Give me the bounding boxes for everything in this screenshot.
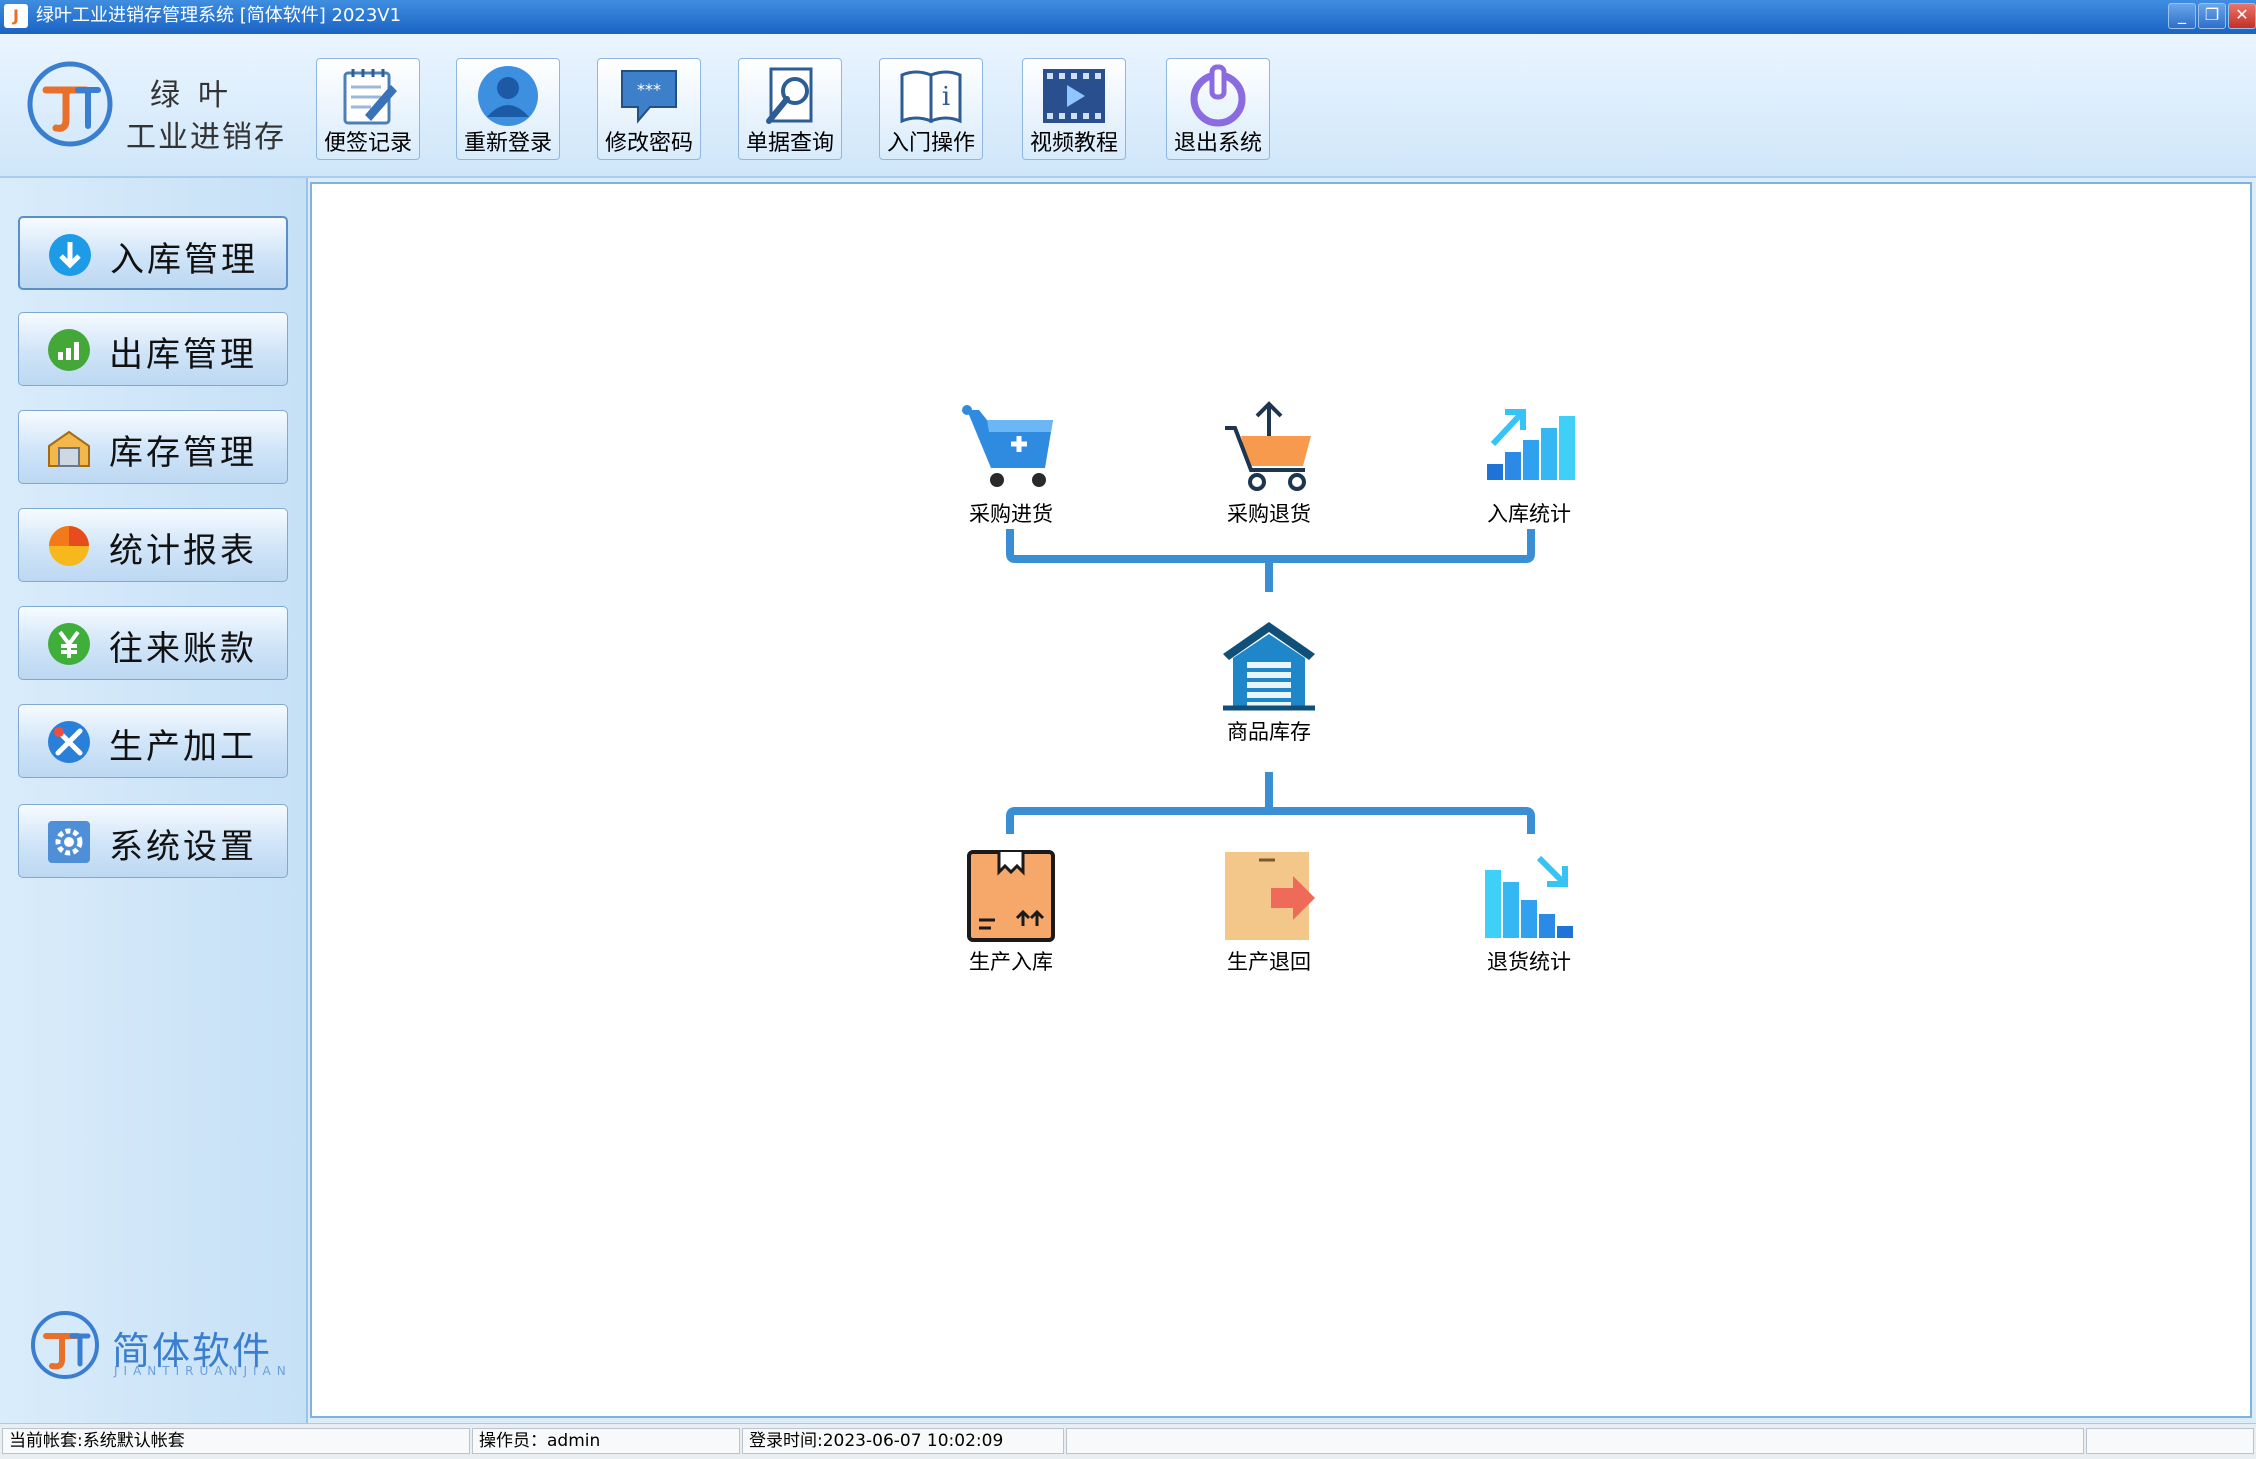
toolbar-button-label: 入门操作 [886,131,975,156]
flow-node-label: 生产入库 [969,950,1053,974]
cart-add-icon [962,405,1053,487]
flow-node-label: 退货统计 [1487,950,1571,974]
sidebar-item-label: 往来账款 [109,629,257,669]
brand-logo-icon [27,61,113,147]
status-account: 当前帐套:系统默认帐套 [2,1428,470,1454]
flow-purchase-in[interactable]: 采购进货 [946,400,1076,528]
toolbar-button-label: 单据查询 [745,131,834,156]
flow-production-in[interactable]: 生产入库 [946,848,1076,976]
sidebar-item-production[interactable]: 生产加工 [18,704,288,778]
company-logo-icon [31,1311,99,1379]
yen-circle-icon [48,623,90,665]
getting-started-button[interactable]: i 入门操作 [879,58,983,160]
close-button[interactable]: ✕ [2228,3,2256,29]
info-book-icon: i [900,70,962,124]
app-logo-icon: J [4,4,28,28]
sidebar-item-outbound[interactable]: 出库管理 [18,312,288,386]
sidebar-item-label: 入库管理 [110,240,258,280]
svg-text:i: i [942,82,950,112]
sidebar-item-settings[interactable]: 系统设置 [18,804,288,878]
box-return-icon [1225,852,1315,940]
document-query-button[interactable]: 单据查询 [738,58,842,160]
status-login-time: 登录时间:2023-06-07 10:02:09 [742,1428,1064,1454]
main-panel: 采购进货 采购退货 入库统计 商品库存 生产入库 生产退回 退货统计 [310,182,2252,1418]
window-title: 绿叶工业进销存管理系统 [简体软件] 2023V1 [36,5,402,26]
flow-purchase-return[interactable]: 采购退货 [1204,400,1334,528]
toolbar-button-label: 退出系统 [1173,131,1262,156]
flow-product-inventory[interactable]: 商品库存 [1204,618,1334,746]
stats-down-icon [1485,855,1573,938]
flow-connectors [1006,529,1535,834]
svg-text:***: *** [637,80,661,99]
sidebar-item-inbound[interactable]: 入库管理 [18,216,288,290]
stats-up-icon [1487,409,1575,480]
company-name-pinyin: JIANTIRUANJIAN [114,1364,292,1378]
flow-node-label: 生产退回 [1227,950,1311,974]
bar-chart-circle-icon [48,329,90,371]
sidebar-item-label: 出库管理 [109,335,257,375]
minimize-button[interactable]: _ [2168,3,2196,29]
flow-node-label: 采购进货 [969,502,1053,526]
flow-node-label: 商品库存 [1227,720,1311,744]
video-tutorial-button[interactable]: 视频教程 [1022,58,1126,160]
title-bar: J 绿叶工业进销存管理系统 [简体软件] 2023V1 _ ❐ ✕ [0,0,2256,34]
toolbar-button-label: 重新登录 [463,131,552,156]
sidebar-item-label: 系统设置 [109,827,257,867]
arrow-down-circle-icon [49,234,91,276]
sidebar-item-label: 统计报表 [109,531,257,571]
box-in-icon [967,850,1055,942]
warehouse-icon [1223,622,1315,711]
status-panel-extra [1066,1428,2084,1454]
video-icon [1043,69,1105,123]
toolbar-button-label: 视频教程 [1029,131,1118,156]
sidebar-item-label: 生产加工 [109,727,257,767]
power-icon [1190,64,1246,127]
sidebar-item-label: 库存管理 [109,433,257,473]
document-search-icon [766,67,813,124]
change-password-button[interactable]: *** 修改密码 [597,58,701,160]
flow-return-stats[interactable]: 退货统计 [1464,848,1594,976]
gear-icon [48,821,90,863]
toolbar-button-label: 便签记录 [323,131,412,156]
brand-name-line2: 工业进销存 [126,120,286,155]
cart-return-icon [1225,401,1311,491]
brand-name-line1: 绿叶 [150,78,246,113]
notepad-icon [343,69,397,125]
flow-node-label: 采购退货 [1227,502,1311,526]
warehouse-box-icon [48,430,90,467]
flow-inbound-stats[interactable]: 入库统计 [1464,400,1594,528]
flow-production-return[interactable]: 生产退回 [1204,848,1334,976]
status-bar: 当前帐套:系统默认帐套 操作员：admin 登录时间:2023-06-07 10… [0,1423,2256,1459]
password-chat-icon: *** [621,70,677,124]
tools-icon [48,721,90,763]
restore-button[interactable]: ❐ [2198,3,2226,29]
toolbar-button-label: 修改密码 [604,131,693,156]
pie-chart-icon [49,526,89,566]
sidebar-item-reports[interactable]: 统计报表 [18,508,288,582]
status-operator: 操作员：admin [472,1428,740,1454]
user-icon [478,66,538,126]
sidebar: 入库管理 出库管理 库存管理 统计报表 往来账款 生产加工 系统设置 简体软件 … [0,178,308,1423]
relogin-button[interactable]: 重新登录 [456,58,560,160]
sidebar-item-inventory[interactable]: 库存管理 [18,410,288,484]
status-panel-extra2 [2086,1428,2254,1454]
flow-node-label: 入库统计 [1487,502,1571,526]
notes-button[interactable]: 便签记录 [316,58,420,160]
sidebar-item-accounts[interactable]: 往来账款 [18,606,288,680]
toolbar: 绿叶 工业进销存 便签记录 重新登录 *** 修改密码 单据查询 i 入门操作 … [0,34,2256,178]
exit-system-button[interactable]: 退出系统 [1166,58,1270,160]
